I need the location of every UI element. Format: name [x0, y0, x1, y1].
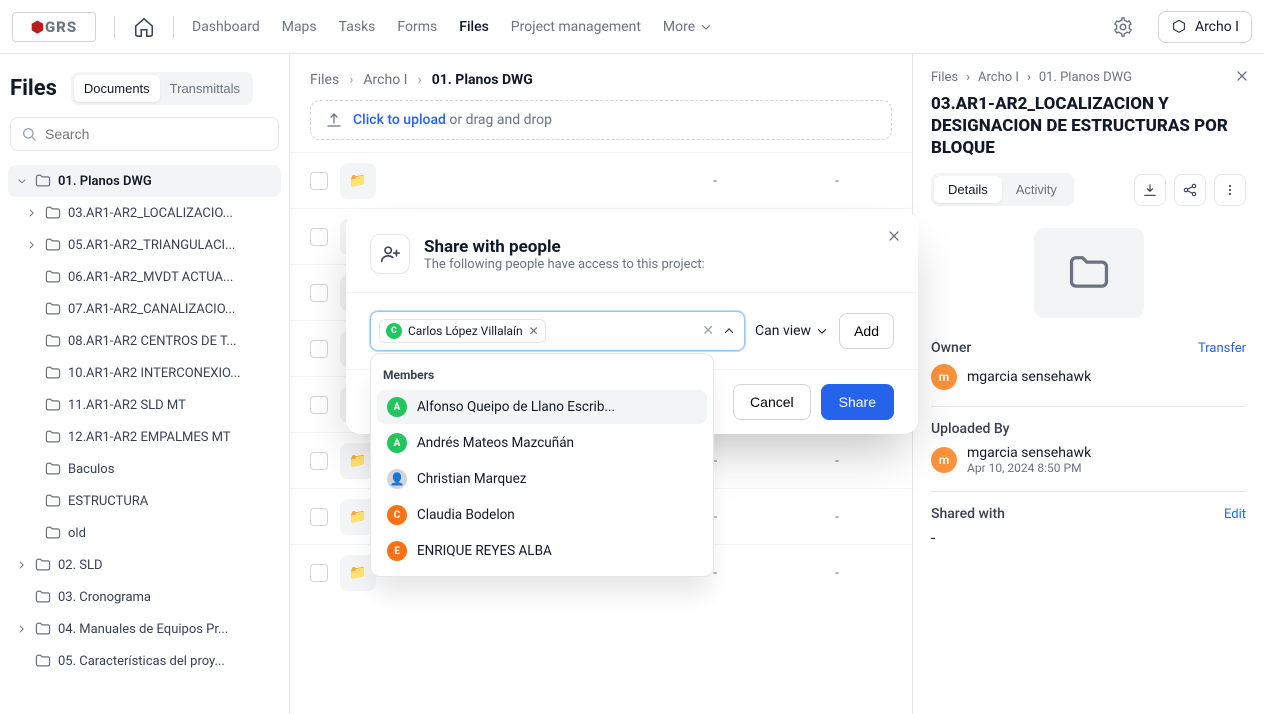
chevron-down-icon: [815, 324, 829, 338]
permission-select[interactable]: Can view: [755, 323, 829, 339]
member-option[interactable]: AAndrés Mateos Mazcuñán: [377, 426, 707, 460]
member-option[interactable]: AAlfonso Queipo de Llano Escrib...: [377, 390, 707, 424]
cancel-button[interactable]: Cancel: [733, 384, 811, 420]
share-icon-box: [370, 234, 410, 274]
clear-input[interactable]: ✕: [702, 323, 714, 339]
chevron-up-icon[interactable]: [722, 324, 736, 338]
share-button[interactable]: Share: [821, 384, 894, 420]
dropdown-header: Members: [371, 362, 713, 388]
modal-close-button[interactable]: [886, 228, 902, 248]
person-chip: C Carlos López Villalaín ✕: [379, 319, 546, 343]
modal-title: Share with people: [424, 237, 705, 257]
member-option[interactable]: CClaudia Bodelon: [377, 498, 707, 532]
avatar: C: [386, 323, 402, 339]
avatar: A: [387, 397, 407, 417]
modal-subtitle: The following people have access to this…: [424, 257, 705, 272]
add-button[interactable]: Add: [839, 313, 894, 349]
member-option[interactable]: 👤Christian Marquez: [377, 462, 707, 496]
avatar: A: [387, 433, 407, 453]
close-icon: [886, 228, 902, 244]
user-plus-icon: [379, 243, 401, 265]
share-modal: Share with people The following people h…: [346, 212, 918, 434]
avatar: E: [387, 541, 407, 561]
avatar: C: [387, 505, 407, 525]
member-option[interactable]: EENRIQUE REYES ALBA: [377, 534, 707, 568]
avatar: 👤: [387, 469, 407, 489]
members-dropdown: Members AAlfonso Queipo de Llano Escrib.…: [370, 353, 714, 577]
chip-remove[interactable]: ✕: [529, 324, 539, 338]
people-input[interactable]: C Carlos López Villalaín ✕ ✕: [370, 311, 745, 351]
modal-backdrop: Share with people The following people h…: [0, 0, 1264, 714]
